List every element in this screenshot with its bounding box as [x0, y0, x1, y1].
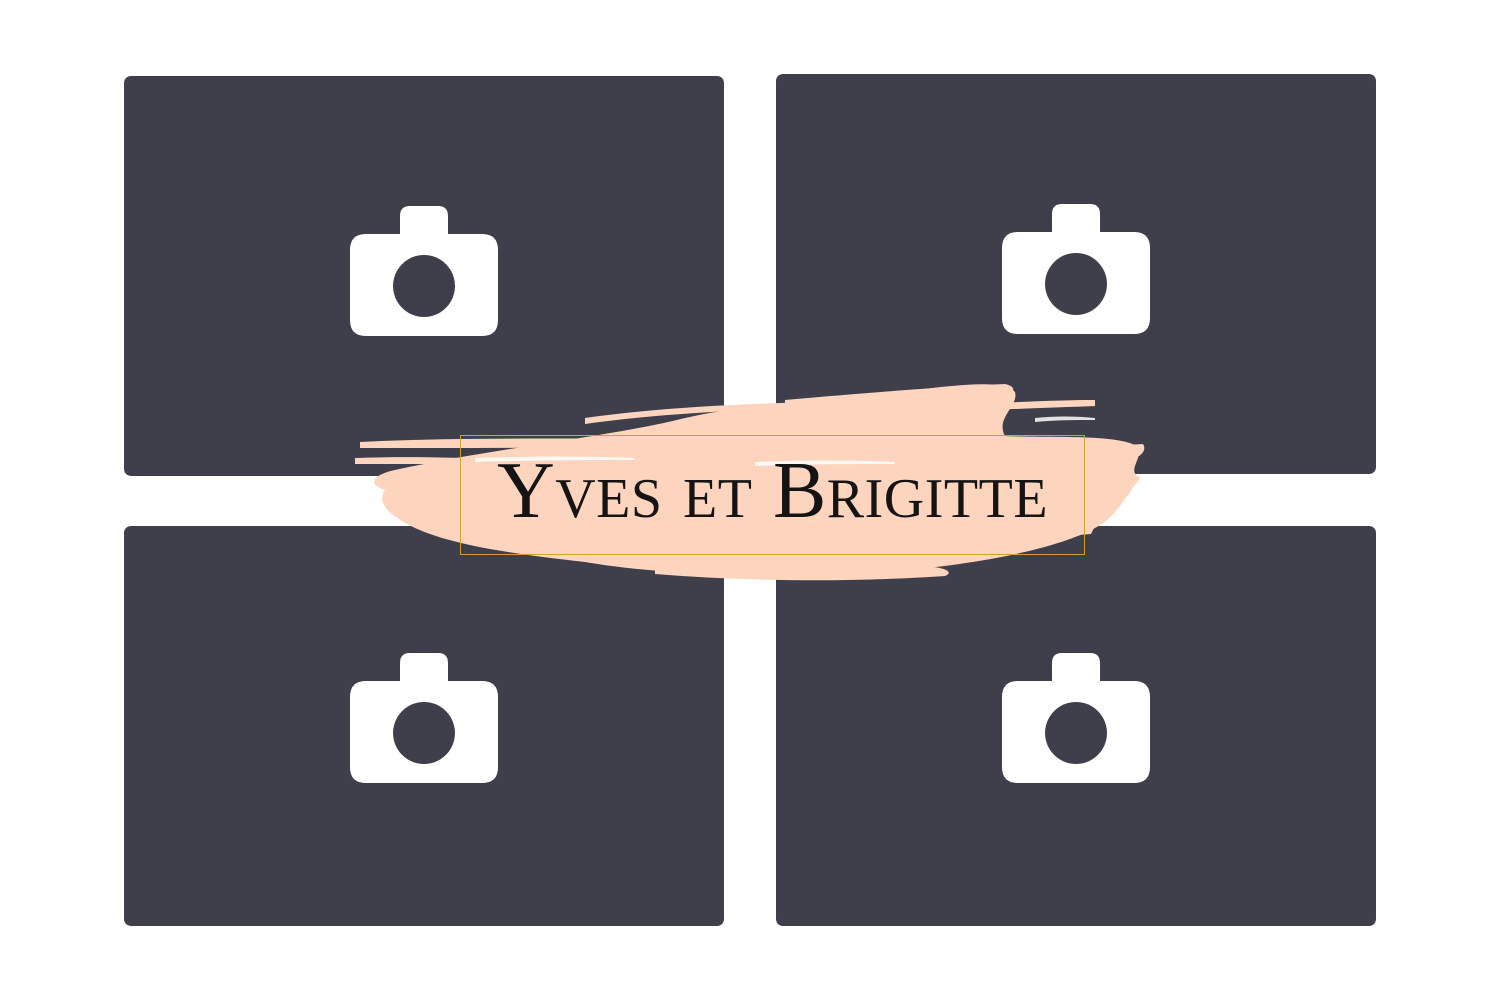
camera-icon [1002, 652, 1150, 783]
camera-icon [1002, 204, 1150, 334]
title-frame: Yves et Brigitte [460, 435, 1085, 555]
photo-placeholder-top-right[interactable] [776, 74, 1376, 474]
camera-icon [350, 652, 498, 783]
photo-placeholder-bottom-left[interactable] [124, 526, 724, 926]
camera-icon [350, 206, 498, 336]
photo-placeholder-top-left[interactable] [124, 76, 724, 476]
title-text: Yves et Brigitte [496, 447, 1049, 535]
photo-placeholder-bottom-right[interactable] [776, 526, 1376, 926]
